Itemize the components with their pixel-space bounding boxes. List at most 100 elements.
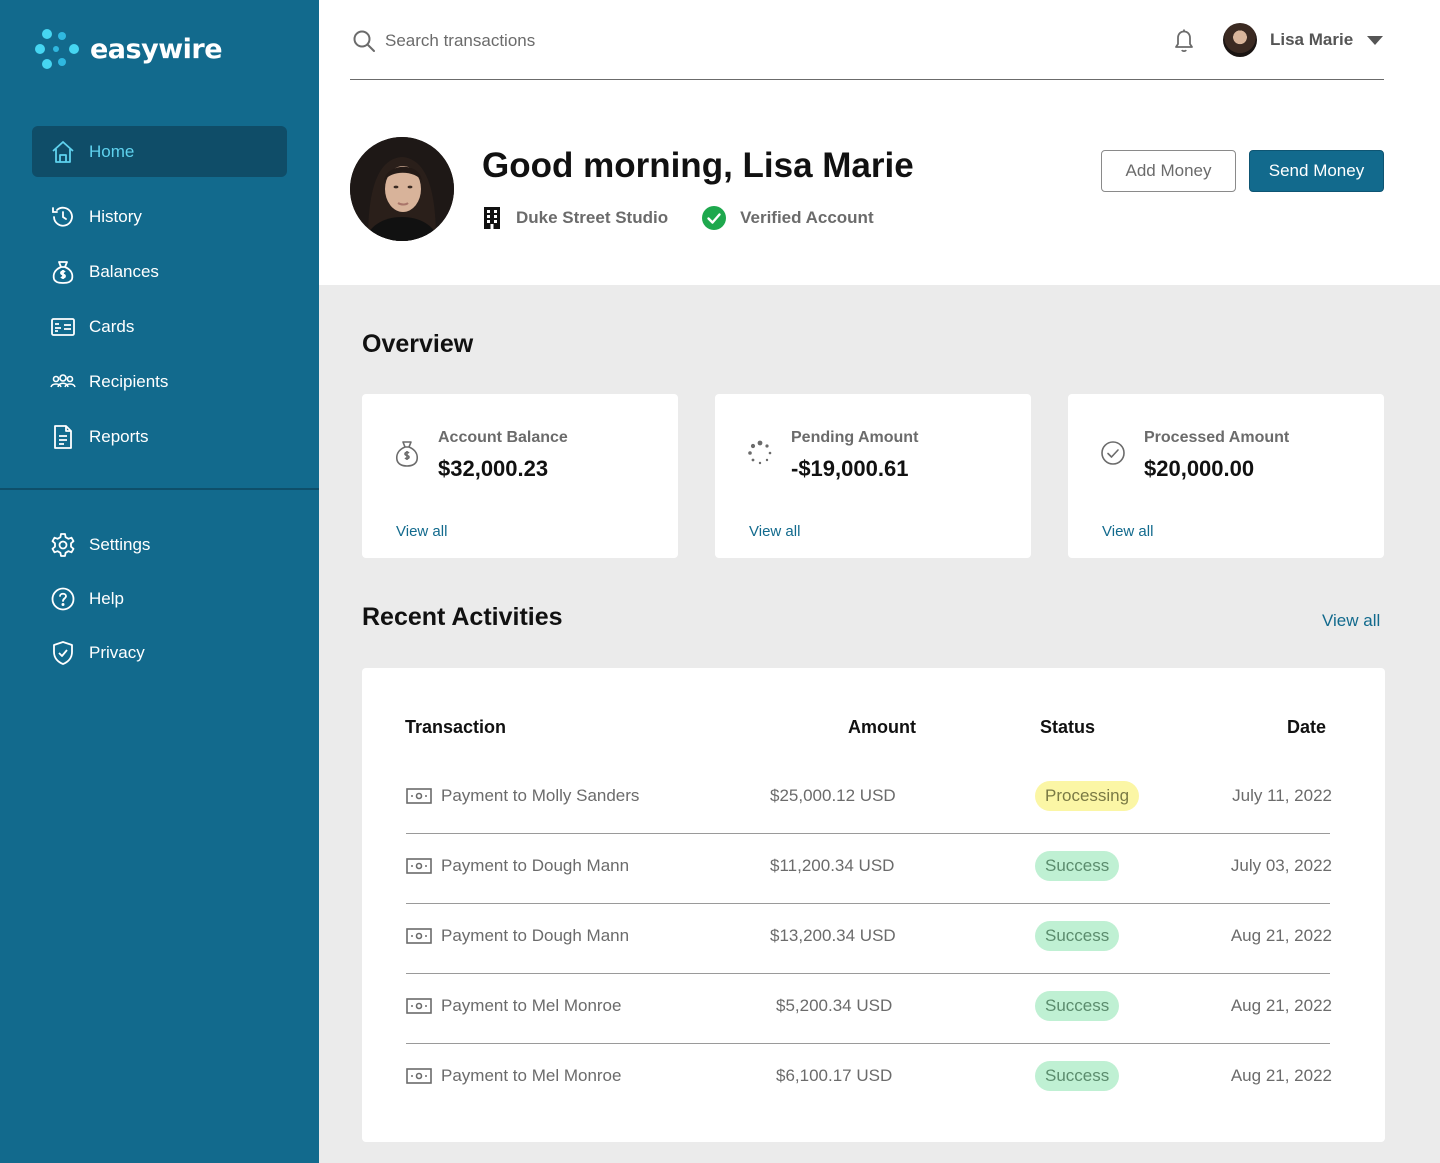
- money-icon: [406, 928, 432, 949]
- sidebar-item-label: Recipients: [89, 371, 169, 391]
- sidebar-item-recipients[interactable]: Recipients: [32, 356, 287, 407]
- transaction-date: Aug 21, 2022: [1230, 1066, 1332, 1085]
- recent-activities-title: Recent Activities: [362, 603, 563, 631]
- card-icon: [50, 314, 76, 340]
- view-all-link[interactable]: View all: [396, 523, 447, 540]
- user-menu[interactable]: Lisa Marie: [1223, 23, 1384, 57]
- card-value: $32,000.23: [438, 456, 549, 481]
- sidebar-item-reports[interactable]: Reports: [32, 411, 287, 462]
- user-name: Lisa Marie: [1270, 30, 1354, 49]
- sidebar-item-settings[interactable]: Settings: [32, 518, 287, 572]
- search-icon: [353, 30, 375, 52]
- transaction-name: Payment to Dough Mann: [441, 926, 630, 945]
- sidebar-item-help[interactable]: Help: [32, 572, 287, 626]
- search-input[interactable]: [385, 28, 885, 54]
- column-header-status: Status: [1040, 717, 1096, 737]
- search-bar: Lisa Marie: [350, 20, 1384, 80]
- top-header: Lisa Marie Good morning, Lisa Marie Duke…: [319, 0, 1440, 285]
- sidebar-item-label: Balances: [89, 261, 159, 281]
- transaction-amount: $25,000.12 USD: [770, 786, 896, 805]
- view-all-link[interactable]: View all: [1102, 523, 1153, 540]
- table-row[interactable]: Payment to Dough Mann $11,200.34 USD Succe…: [406, 834, 1332, 904]
- view-all-link[interactable]: View all: [749, 523, 800, 540]
- card-label: Pending Amount: [791, 429, 919, 446]
- sidebar-divider: [0, 488, 319, 490]
- transaction-date: Aug 21, 2022: [1230, 926, 1332, 945]
- sidebar-item-privacy[interactable]: Privacy: [32, 626, 287, 680]
- sidebar-secondary-nav: Settings Help Privacy: [32, 518, 287, 680]
- pending-amount-card: Pending Amount -$19,000.61 View all: [715, 394, 1031, 558]
- document-icon: [50, 424, 76, 450]
- transaction-name: Payment to Molly Sanders: [441, 786, 640, 805]
- status-badge: Success: [1035, 1061, 1120, 1091]
- sidebar-item-label: Cards: [89, 316, 135, 336]
- home-icon: [50, 139, 76, 165]
- sidebar-item-label: Privacy: [89, 643, 145, 662]
- profile-avatar: [350, 137, 454, 241]
- money-icon: [406, 858, 432, 879]
- bell-icon[interactable]: [1173, 28, 1195, 54]
- card-value: $20,000.00: [1144, 456, 1255, 481]
- transaction-amount: $11,200.34 USD: [770, 856, 895, 875]
- overview-title: Overview: [362, 330, 474, 358]
- status-badge: Success: [1035, 991, 1120, 1021]
- logo[interactable]: easywire: [34, 28, 223, 70]
- avatar: [1223, 23, 1257, 57]
- table-row[interactable]: Payment to Molly Sanders $25,000.12 USD Pr…: [406, 764, 1332, 834]
- send-money-button[interactable]: Send Money: [1249, 150, 1384, 192]
- money-bag-icon: [395, 441, 419, 467]
- money-bag-icon: [50, 259, 76, 285]
- status-badge: Success: [1035, 921, 1120, 951]
- column-header-transaction: Transaction: [405, 717, 507, 737]
- check-circle-icon: [702, 206, 727, 230]
- sidebar-item-history[interactable]: History: [32, 191, 287, 242]
- sidebar-nav: Home History Balances Cards Recipients R…: [32, 126, 287, 462]
- transaction-name: Payment to Dough Mann: [441, 856, 630, 875]
- chevron-down-icon: [1367, 35, 1384, 45]
- check-circle-icon: [1101, 441, 1125, 465]
- sidebar-item-label: History: [89, 206, 142, 226]
- transaction-amount: $13,200.34 USD: [770, 926, 896, 945]
- column-header-date: Date: [1287, 717, 1327, 737]
- processed-amount-card: Processed Amount $20,000.00 View all: [1068, 394, 1384, 558]
- column-header-amount: Amount: [848, 717, 916, 737]
- activities-view-all-link[interactable]: View all: [1322, 611, 1380, 631]
- profile-meta: Duke Street Studio Verified Account: [482, 206, 874, 230]
- add-money-button[interactable]: Add Money: [1101, 150, 1236, 192]
- transaction-name: Payment to Mel Monroe: [441, 996, 622, 1015]
- building-icon: [484, 207, 500, 229]
- card-label: Account Balance: [438, 429, 568, 446]
- status-badge: Processing: [1035, 781, 1140, 811]
- transaction-date: Aug 21, 2022: [1230, 996, 1332, 1015]
- card-value: -$19,000.61: [791, 456, 909, 481]
- money-icon: [406, 788, 432, 809]
- status-badge: Success: [1035, 851, 1120, 881]
- history-icon: [50, 204, 76, 230]
- sidebar-item-label: Reports: [89, 426, 149, 446]
- table-row[interactable]: Payment to Mel Monroe $5,200.34 USD Succes…: [406, 974, 1332, 1044]
- users-icon: [50, 369, 76, 395]
- gear-icon: [50, 532, 76, 558]
- money-icon: [406, 998, 432, 1019]
- money-icon: [406, 1068, 432, 1089]
- sidebar-item-balances[interactable]: Balances: [32, 246, 287, 297]
- spinner-icon: [748, 440, 772, 465]
- sidebar-item-cards[interactable]: Cards: [32, 301, 287, 352]
- help-icon: [50, 586, 76, 612]
- brand-name: easywire: [90, 33, 223, 65]
- sidebar-item-label: Settings: [89, 535, 151, 554]
- sidebar-item-label: Help: [89, 589, 124, 608]
- transaction-name: Payment to Mel Monroe: [441, 1066, 622, 1085]
- card-label: Processed Amount: [1144, 429, 1290, 446]
- transaction-amount: $6,100.17 USD: [776, 1066, 893, 1085]
- sidebar-item-home[interactable]: Home: [32, 126, 287, 177]
- transaction-date: July 03, 2022: [1230, 856, 1332, 875]
- transactions-table: Transaction Amount Status Date Payment t…: [362, 668, 1385, 1142]
- company-info: Duke Street Studio: [482, 206, 668, 230]
- sidebar: easywire Home History Balances Cards Rec…: [0, 0, 319, 1163]
- table-row[interactable]: Payment to Mel Monroe $6,100.17 USD Succes…: [406, 1044, 1332, 1114]
- verification-label: Verified Account: [740, 208, 874, 227]
- shield-icon: [50, 640, 76, 666]
- account-balance-card: Account Balance $32,000.23 View all: [362, 394, 678, 558]
- table-row[interactable]: Payment to Dough Mann $13,200.34 USD Succe…: [406, 904, 1332, 974]
